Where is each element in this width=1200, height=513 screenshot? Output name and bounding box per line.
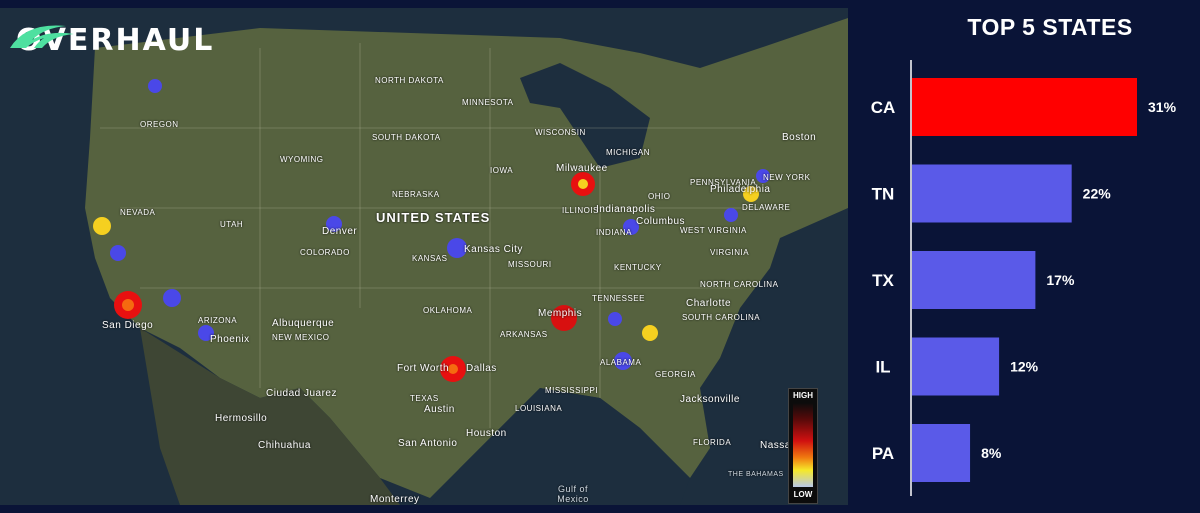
city-label: Ciudad Juarez — [266, 388, 337, 399]
value-label: 31% — [1148, 99, 1177, 115]
state-label: KANSAS — [412, 254, 448, 263]
heat-spot-virginia — [724, 208, 738, 222]
legend-low-label: LOW — [793, 490, 813, 499]
state-label: VIRGINIA — [710, 248, 750, 257]
city-label: Memphis — [538, 308, 583, 319]
state-label: ARIZONA — [198, 316, 238, 325]
value-label: 17% — [1046, 272, 1075, 288]
city-label: Fort Worth — [397, 363, 450, 374]
top-states-bar-chart: CA 31% TN 22% TX 17% IL 12% PA 8% — [871, 60, 1177, 496]
heat-spot-dallas-core — [448, 364, 458, 374]
bar-group: CA 31% TN 22% TX 17% IL 12% PA 8% — [871, 78, 1177, 482]
state-label: NEBRASKA — [392, 190, 440, 199]
state-label: LOUISIANA — [515, 404, 563, 413]
city-label: Philadelphia — [710, 184, 771, 195]
category-label: TX — [872, 271, 894, 290]
value-label: 12% — [1010, 359, 1039, 375]
chart-title: TOP 5 STATES — [967, 14, 1133, 40]
state-label: ALABAMA — [600, 358, 642, 367]
city-label: Houston — [466, 428, 507, 439]
city-label: Milwaukee — [556, 163, 608, 174]
bar-il[interactable] — [912, 337, 1000, 396]
bar-tn[interactable] — [912, 164, 1072, 223]
category-label: TN — [872, 185, 895, 204]
state-label: MISSOURI — [508, 260, 552, 269]
category-label: IL — [875, 358, 890, 377]
heat-spot-milwaukee-core — [578, 179, 588, 189]
state-label: NORTH CAROLINA — [700, 280, 779, 289]
legend-gradient — [793, 403, 813, 487]
state-label: MINNESOTA — [462, 98, 514, 107]
state-label: NEW YORK — [763, 173, 811, 182]
state-label: WEST VIRGINIA — [680, 226, 747, 235]
state-label: WISCONSIN — [535, 128, 586, 137]
state-label: OHIO — [648, 192, 671, 201]
heat-spot-los-angeles-core — [122, 299, 134, 311]
state-label: WYOMING — [280, 155, 324, 164]
city-label: Denver — [322, 226, 358, 237]
state-label: IOWA — [490, 166, 514, 175]
state-label: GEORGIA — [655, 370, 696, 379]
state-label: OKLAHOMA — [423, 306, 473, 315]
state-label: OREGON — [140, 120, 179, 129]
state-label: NEVADA — [120, 208, 156, 217]
state-label: MICHIGAN — [606, 148, 650, 157]
heat-legend: HIGH LOW — [788, 388, 818, 504]
value-label: 22% — [1083, 186, 1112, 202]
heat-spot-knoxville — [608, 312, 622, 326]
country-label: UNITED STATES — [376, 210, 491, 225]
state-label: DELAWARE — [742, 203, 791, 212]
heat-spot-nashville — [642, 325, 658, 341]
city-label: Chihuahua — [258, 440, 311, 451]
category-label: PA — [872, 444, 894, 463]
heat-spot-seattle — [148, 79, 162, 93]
heat-spot-bay-area — [93, 217, 111, 235]
city-label: Phoenix — [210, 334, 250, 345]
city-label: Dallas — [466, 363, 497, 374]
heat-spot-las-vegas — [163, 289, 181, 307]
heat-spot-sacramento — [110, 245, 126, 261]
city-label: Albuquerque — [272, 318, 335, 329]
state-label: SOUTH DAKOTA — [372, 133, 441, 142]
city-label: San Diego — [102, 320, 154, 331]
legend-high-label: HIGH — [793, 391, 813, 400]
city-label: Kansas City — [464, 244, 523, 255]
bar-pa[interactable] — [912, 424, 971, 482]
state-label: UTAH — [220, 220, 244, 229]
heatmap-map[interactable]: OVERHAUL UNITED STATES NORTH DAKOTA MINN… — [0, 8, 848, 505]
water-label: Gulf of Mexico — [557, 484, 589, 504]
city-label: Boston — [782, 132, 817, 143]
state-label: ARKANSAS — [500, 330, 548, 339]
state-label: KENTUCKY — [614, 263, 662, 272]
state-label: TEXAS — [410, 394, 439, 403]
city-label: Monterrey — [370, 494, 420, 505]
city-label: Columbus — [636, 216, 686, 227]
category-label: CA — [871, 98, 896, 117]
city-label: Austin — [424, 404, 455, 415]
state-label: TENNESSEE — [592, 294, 645, 303]
state-label: ILLINOIS — [562, 206, 599, 215]
state-label: NORTH DAKOTA — [375, 76, 444, 85]
brand-logo[interactable]: OVERHAUL — [8, 20, 214, 60]
water-label: THE BAHAMAS — [728, 471, 784, 478]
bar-ca[interactable] — [912, 78, 1137, 136]
city-label: San Antonio — [398, 438, 458, 449]
state-label: SOUTH CAROLINA — [682, 313, 761, 322]
bar-tx[interactable] — [912, 251, 1036, 309]
state-label: FLORIDA — [693, 438, 732, 447]
state-label: MISSISSIPPI — [545, 386, 599, 395]
city-label: Indianapolis — [596, 204, 656, 215]
city-label: Jacksonville — [680, 394, 740, 405]
city-label: Hermosillo — [215, 413, 268, 424]
state-label: NEW MEXICO — [272, 333, 330, 342]
swoosh-logo-icon — [10, 25, 74, 48]
city-label: Charlotte — [686, 298, 732, 309]
value-label: 8% — [981, 445, 1002, 461]
state-label: COLORADO — [300, 248, 350, 257]
state-label: INDIANA — [596, 228, 632, 237]
